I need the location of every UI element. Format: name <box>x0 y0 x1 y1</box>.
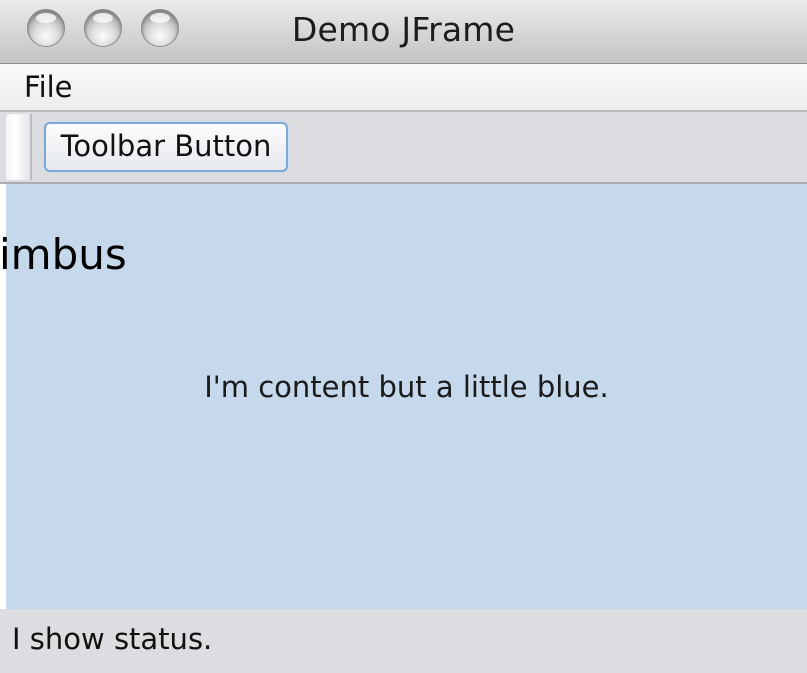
window-title: Demo JFrame <box>291 10 516 49</box>
menu-bar: File <box>0 64 807 112</box>
status-text: I show status. <box>12 622 213 656</box>
demo-window: Demo JFrame File Toolbar Button imbus I'… <box>0 0 807 673</box>
status-bar: I show status. <box>0 609 807 673</box>
content-panel: imbus I'm content but a little blue. <box>0 184 807 609</box>
title-bar[interactable]: Demo JFrame <box>0 0 807 64</box>
toolbar-drag-handle[interactable] <box>6 114 32 180</box>
look-and-feel-label: imbus <box>0 230 127 279</box>
content-message: I'm content but a little blue. <box>204 370 609 404</box>
menu-file[interactable]: File <box>24 70 73 104</box>
toolbar-button[interactable]: Toolbar Button <box>44 122 288 172</box>
toolbar: Toolbar Button <box>0 112 807 184</box>
